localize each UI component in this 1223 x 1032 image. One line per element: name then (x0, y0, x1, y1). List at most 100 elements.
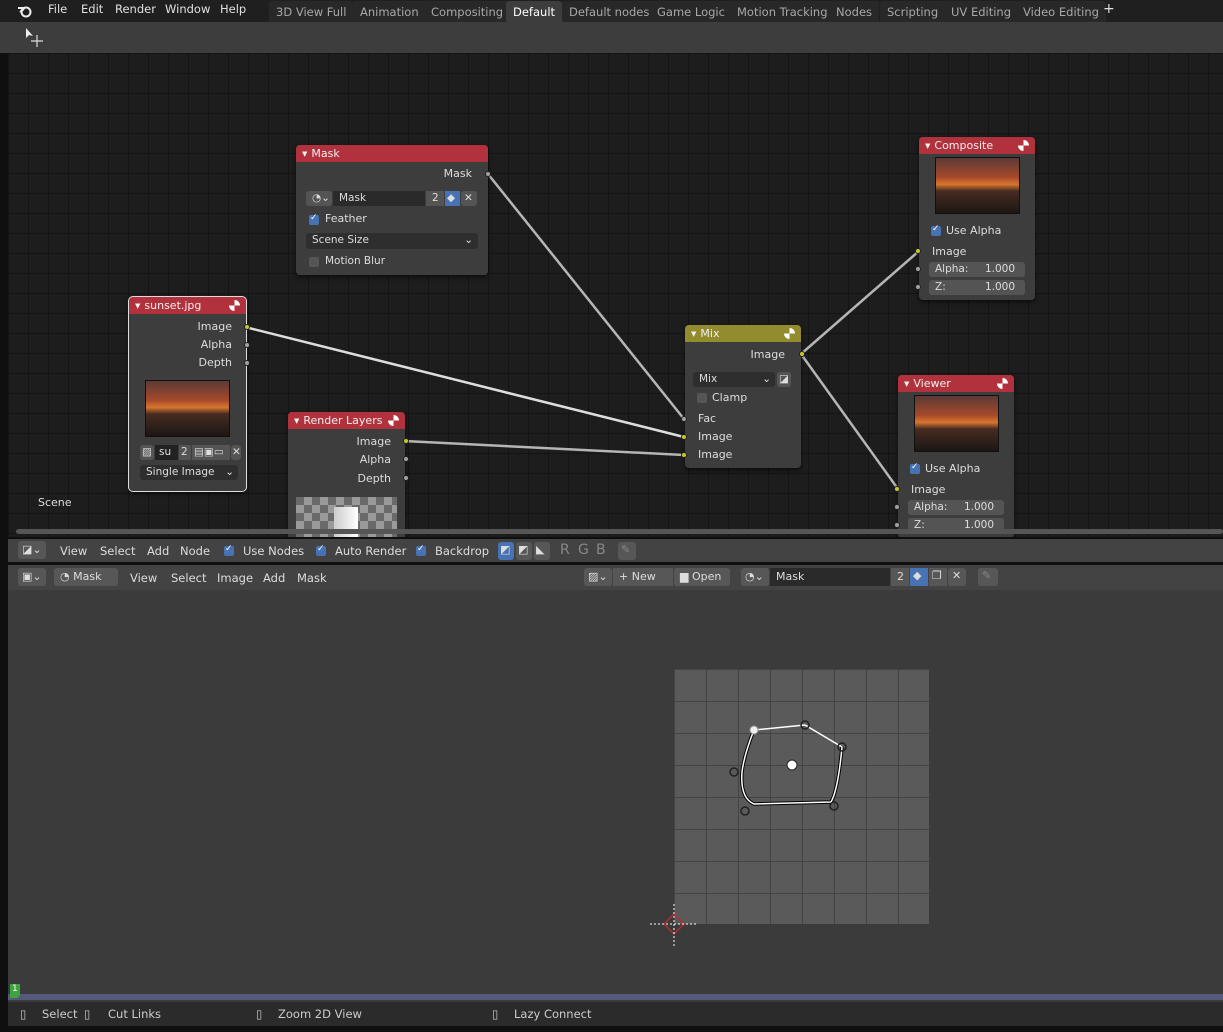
current-frame-indicator[interactable]: 1 (10, 984, 20, 998)
mask-users-count[interactable]: 2 (426, 191, 444, 206)
mask-browse-icon[interactable]: ◔⌄ (306, 191, 332, 206)
unlink-icon[interactable]: ✕ (948, 568, 966, 586)
2d-cursor-icon[interactable] (648, 900, 708, 960)
use-alpha-checkbox[interactable] (931, 224, 941, 236)
output-socket-alpha[interactable] (403, 456, 409, 462)
collapse-triangle-icon[interactable]: ▼ (135, 302, 140, 310)
unlink-icon[interactable]: ✕ (231, 445, 241, 460)
auto-render-checkbox[interactable] (316, 544, 326, 556)
menu-view[interactable]: View (130, 571, 157, 585)
image-name-field[interactable]: su (155, 445, 178, 460)
input-socket-image[interactable] (915, 248, 921, 254)
output-socket-depth[interactable] (403, 475, 409, 481)
composite-node-header[interactable]: ▼ Composite (919, 137, 1035, 154)
horizontal-scrollbar[interactable] (16, 529, 1223, 534)
new-image-button[interactable]: + New (613, 568, 673, 586)
use-alpha-checkbox[interactable] (910, 462, 920, 474)
tab-video-editing[interactable]: Video Editing (1016, 1, 1106, 22)
render-layers-node[interactable]: ▼ Render Layers Image Alpha Depth (288, 412, 409, 537)
image-node-sunset[interactable]: ▼ sunset.jpg Image Alpha Depth ▨ su 2 ▤▣▭… (128, 296, 250, 492)
unlink-icon[interactable]: ✕ (461, 191, 477, 206)
image-editor-viewport[interactable] (8, 590, 1223, 990)
output-socket-depth[interactable] (244, 360, 250, 366)
pin-icon[interactable]: ✎ (978, 568, 998, 586)
menu-render[interactable]: Render (115, 2, 156, 16)
input-socket-image-2[interactable] (681, 452, 687, 458)
blend-type-dropdown[interactable]: Mix ⌄ (693, 372, 775, 387)
input-socket-z[interactable] (894, 522, 900, 528)
blender-logo-icon[interactable] (17, 3, 33, 18)
input-socket-image-1[interactable] (681, 434, 687, 440)
composite-node[interactable]: ▼ Composite Use Alpha Image Alpha: 1.000 Z… (915, 137, 1035, 300)
output-socket-mask[interactable] (485, 171, 491, 177)
collapse-triangle-icon[interactable]: ▼ (691, 330, 696, 338)
tab-animation[interactable]: Animation (353, 1, 426, 22)
viewer-node-header[interactable]: ▼ Viewer (898, 375, 1014, 392)
tab-default-nodes[interactable]: Default nodes (562, 1, 657, 22)
menu-node[interactable]: Node (180, 544, 210, 558)
viewer-node[interactable]: ▼Viewer Use Alpha Image Alpha:1.000 Z:1.… (894, 375, 1014, 537)
tab-uv-editing[interactable]: UV Editing (944, 1, 1018, 22)
z-field[interactable]: Z: 1.000 (929, 280, 1025, 295)
input-socket-z[interactable] (915, 284, 921, 290)
use-nodes-checkbox[interactable] (224, 544, 234, 556)
mask-node-header[interactable]: ▼ Mask (296, 145, 488, 162)
duplicate-icon[interactable]: ❐ (929, 568, 947, 586)
collapse-triangle-icon[interactable]: ▼ (925, 142, 930, 150)
menu-select[interactable]: Select (100, 544, 135, 558)
menu-help[interactable]: Help (220, 2, 246, 16)
editor-type-node-icon[interactable]: ◪⌄ (18, 541, 46, 559)
backdrop-color-alpha-icon[interactable]: ◩ (516, 542, 532, 560)
alpha-field[interactable]: Alpha: 1.000 (908, 500, 1004, 515)
backdrop-checkbox[interactable] (416, 544, 426, 556)
fake-user-icon[interactable]: ◆ (910, 568, 928, 586)
collapse-triangle-icon[interactable]: ▼ (294, 417, 299, 425)
mask-name-field[interactable]: Mask (770, 568, 890, 586)
select-move-tool-icon[interactable] (24, 27, 46, 47)
collapse-triangle-icon[interactable]: ▼ (904, 380, 909, 388)
render-layers-header[interactable]: ▼ Render Layers (288, 412, 405, 429)
tab-game-logic[interactable]: Game Logic (650, 1, 732, 22)
menu-view[interactable]: View (60, 544, 87, 558)
feather-checkbox[interactable] (309, 213, 319, 225)
channel-g-button[interactable]: G (578, 542, 589, 558)
size-source-dropdown[interactable]: Scene Size ⌄ (306, 233, 478, 249)
image-file-buttons[interactable]: ▤▣▭ (192, 445, 230, 460)
tab-compositing[interactable]: Compositing (424, 1, 511, 22)
image-users-count[interactable]: 2 (179, 445, 191, 460)
add-workspace-button[interactable]: + (1103, 1, 1115, 17)
menu-edit[interactable]: Edit (81, 2, 103, 16)
open-image-button[interactable]: ▆ Open (674, 568, 730, 586)
fake-user-icon[interactable]: ◆ (445, 191, 460, 206)
tab-default[interactable]: Default (506, 1, 563, 22)
tab-scripting[interactable]: Scripting (880, 1, 946, 22)
menu-file[interactable]: File (48, 2, 67, 16)
tab-nodes[interactable]: Nodes (829, 1, 880, 22)
mask-users-count[interactable]: 2 (891, 568, 909, 586)
sunset-node-header[interactable]: ▼ sunset.jpg (129, 297, 246, 314)
timeline-strip[interactable]: 1 (8, 984, 1223, 1002)
pin-icon[interactable]: ✎ (618, 542, 636, 560)
menu-add[interactable]: Add (147, 544, 169, 558)
mask-node[interactable]: ▼ Mask Mask ◔⌄ Mask 2 ◆ ✕ Feather Scene S… (296, 145, 491, 275)
alpha-field[interactable]: Alpha: 1.000 (929, 262, 1025, 277)
image-source-dropdown[interactable]: Single Image ⌄ (140, 465, 238, 480)
channel-r-button[interactable]: R (560, 542, 570, 558)
backdrop-alpha-icon[interactable]: ◣ (534, 542, 550, 560)
clamp-checkbox[interactable] (697, 393, 707, 403)
use-alpha-toggle-icon[interactable]: ◪ (777, 372, 791, 387)
output-socket-alpha[interactable] (244, 342, 250, 348)
mask-browse-icon[interactable]: ◔⌄ (741, 568, 769, 586)
mode-dropdown[interactable]: ◔ Mask ⌄ (54, 568, 118, 596)
mix-node-header[interactable]: ▼ Mix (685, 325, 801, 342)
backdrop-color-icon[interactable]: ◩ (498, 542, 514, 560)
tab-3d-view-full[interactable]: 3D View Full (269, 1, 354, 22)
preview-toggle-icon[interactable] (229, 300, 240, 311)
output-socket-image[interactable] (799, 351, 805, 357)
motion-blur-checkbox[interactable] (309, 257, 319, 267)
collapse-triangle-icon[interactable]: ▼ (302, 150, 307, 158)
output-socket-image[interactable] (244, 324, 250, 330)
menu-window[interactable]: Window (165, 2, 210, 16)
node-editor-canvas[interactable]: ▼ Mask Mask ◔⌄ Mask 2 ◆ ✕ Feather Scene S… (8, 53, 1223, 537)
menu-add[interactable]: Add (263, 571, 285, 585)
